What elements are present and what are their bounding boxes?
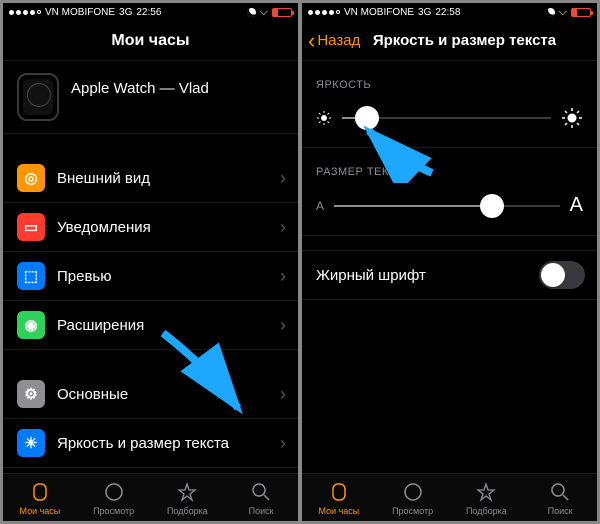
search-icon [548, 480, 572, 504]
tab-label: Просмотр [93, 506, 134, 516]
safari-icon [102, 480, 126, 504]
tab-featured[interactable]: Подборка [450, 474, 524, 521]
tab-label: Мои часы [19, 506, 60, 516]
row-glances[interactable]: ⬚ Превью › [3, 252, 298, 301]
appearance-icon: ◎ [17, 164, 45, 192]
glances-icon: ⬚ [17, 262, 45, 290]
watch-name: Apple Watch — Vlad [71, 80, 281, 97]
row-complications[interactable]: ◉ Расширения › [3, 301, 298, 350]
tab-featured[interactable]: Подборка [151, 474, 225, 521]
row-brightness-text[interactable]: ☀ Яркость и размер текста › [3, 419, 298, 468]
star-icon [175, 480, 199, 504]
notifications-icon: ▭ [17, 213, 45, 241]
slider-thumb[interactable] [480, 194, 504, 218]
page-title: Яркость и размер текста [373, 32, 556, 49]
network-label: 3G [119, 7, 132, 18]
nav-bar: ‹ Назад Яркость и размер текста [302, 21, 597, 61]
chevron-right-icon: › [280, 217, 286, 238]
row-label: Яркость и размер текста [57, 435, 280, 452]
text-size-slider[interactable] [334, 205, 560, 207]
chevron-right-icon: › [281, 88, 286, 106]
tab-bar: Мои часы Просмотр Подборка Поиск [302, 473, 597, 521]
chevron-right-icon: › [280, 315, 286, 336]
tab-my-watch[interactable]: Мои часы [302, 474, 376, 521]
complications-icon: ◉ [17, 311, 45, 339]
row-label: Внешний вид [57, 170, 280, 187]
sun-small-icon [316, 110, 332, 126]
page-title: Мои часы [111, 32, 189, 50]
chevron-right-icon: › [280, 384, 286, 405]
phone-right: VN MOBIFONE 3G 22:58 ⌵ ‹ Назад Яркость и… [302, 3, 597, 521]
row-label: Расширения [57, 317, 280, 334]
tab-explore[interactable]: Просмотр [376, 474, 450, 521]
tab-explore[interactable]: Просмотр [77, 474, 151, 521]
tab-label: Подборка [167, 506, 208, 516]
carrier-label: VN MOBIFONE [45, 7, 115, 18]
clock: 22:58 [435, 7, 460, 18]
back-button[interactable]: ‹ Назад [308, 30, 360, 52]
row-label: Превью [57, 268, 280, 285]
chevron-left-icon: ‹ [308, 30, 315, 52]
bold-text-label: Жирный шрифт [316, 267, 539, 284]
row-notifications[interactable]: ▭ Уведомления › [3, 203, 298, 252]
bold-text-toggle[interactable] [539, 261, 585, 289]
watch-outline-icon [327, 480, 351, 504]
brightness-icon: ☀ [17, 429, 45, 457]
clock: 22:56 [136, 7, 161, 18]
tab-my-watch[interactable]: Мои часы [3, 474, 77, 521]
chevron-right-icon: › [280, 433, 286, 454]
tab-search[interactable]: Поиск [523, 474, 597, 521]
bluetooth-icon: ⌵ [559, 6, 567, 19]
watch-thumbnail-icon [17, 73, 59, 121]
tab-label: Поиск [548, 506, 573, 516]
star-icon [474, 480, 498, 504]
brightness-slider[interactable] [342, 117, 551, 119]
watch-model: Sport 42 мм [71, 97, 281, 115]
a-small-icon: A [316, 199, 324, 213]
section-header-brightness: ЯРКОСТЬ [302, 61, 597, 97]
back-label: Назад [317, 32, 360, 49]
phone-left: VN MOBIFONE 3G 22:56 ⌵ Мои часы Apple Wa… [3, 3, 298, 521]
row-bold-text: Жирный шрифт [302, 250, 597, 300]
row-label: Основные [57, 386, 280, 403]
brightness-slider-row [302, 97, 597, 148]
gear-icon: ⚙ [17, 380, 45, 408]
section-header-text-size: РАЗМЕР ТЕКСТА [302, 148, 597, 184]
tab-label: Поиск [249, 506, 274, 516]
a-large-icon: A [570, 194, 583, 217]
chevron-right-icon: › [280, 168, 286, 189]
content-scroll[interactable]: ЯРКОСТЬ РАЗМЕР ТЕКСТА A A Жирный шрифт [302, 61, 597, 473]
watch-outline-icon [28, 480, 52, 504]
status-bar: VN MOBIFONE 3G 22:56 ⌵ [3, 3, 298, 21]
carrier-label: VN MOBIFONE [344, 7, 414, 18]
nav-bar: Мои часы [3, 21, 298, 61]
slider-thumb[interactable] [355, 106, 379, 130]
row-appearance[interactable]: ◎ Внешний вид › [3, 154, 298, 203]
battery-icon [272, 8, 292, 17]
battery-icon [571, 8, 591, 17]
safari-icon [401, 480, 425, 504]
sun-large-icon [561, 107, 583, 129]
row-general[interactable]: ⚙ Основные › [3, 370, 298, 419]
paired-watch-row[interactable]: Apple Watch — Vlad Sport 42 мм › [3, 61, 298, 134]
row-label: Уведомления [57, 219, 280, 236]
text-size-slider-row: A A [302, 184, 597, 236]
signal-dots [308, 10, 340, 15]
chevron-right-icon: › [280, 266, 286, 287]
dnd-icon [245, 6, 257, 18]
tab-label: Просмотр [392, 506, 433, 516]
tab-label: Мои часы [318, 506, 359, 516]
signal-dots [9, 10, 41, 15]
status-bar: VN MOBIFONE 3G 22:58 ⌵ [302, 3, 597, 21]
search-icon [249, 480, 273, 504]
network-label: 3G [418, 7, 431, 18]
tab-search[interactable]: Поиск [224, 474, 298, 521]
bluetooth-icon: ⌵ [260, 6, 268, 19]
tab-label: Подборка [466, 506, 507, 516]
tab-bar: Мои часы Просмотр Подборка Поиск [3, 473, 298, 521]
content-scroll[interactable]: Apple Watch — Vlad Sport 42 мм › ◎ Внешн… [3, 61, 298, 473]
dnd-icon [544, 6, 556, 18]
